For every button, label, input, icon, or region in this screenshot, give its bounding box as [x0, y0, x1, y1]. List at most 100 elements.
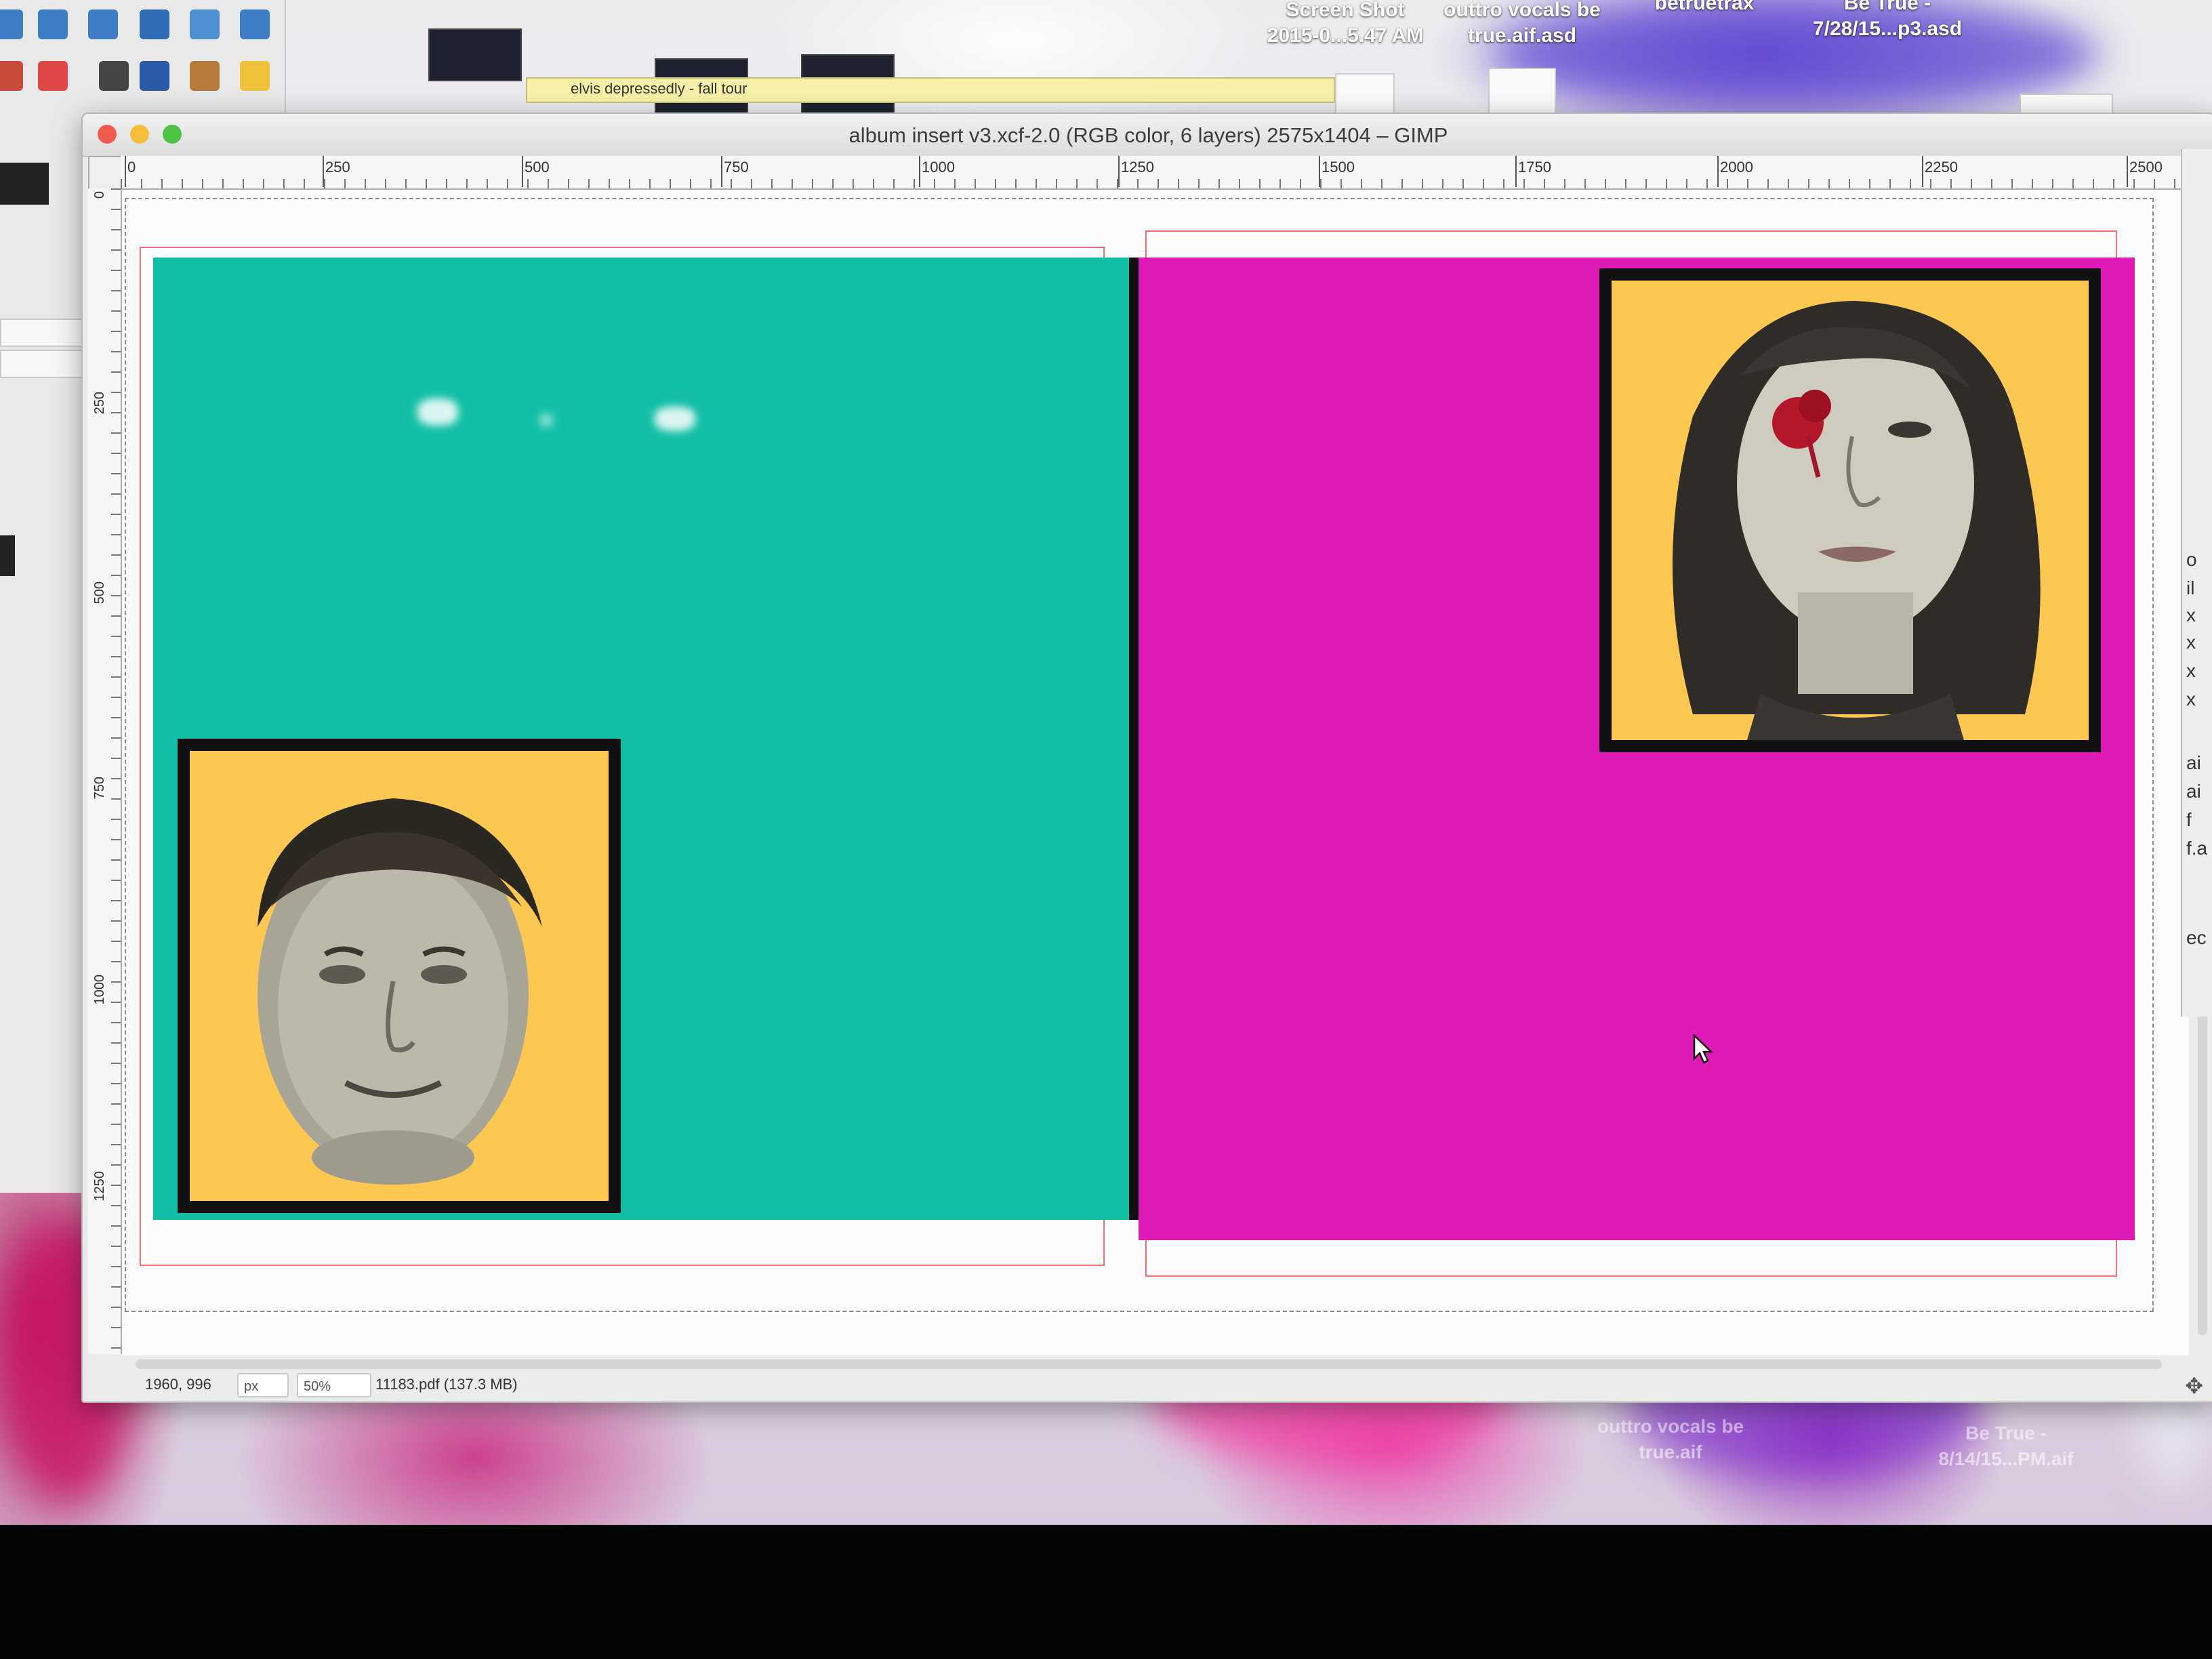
ruler-label: 750: [724, 159, 749, 176]
file-name-line2: 8/14/15...PM.aif: [1938, 1448, 2074, 1469]
left-portrait-frame[interactable]: [178, 739, 621, 1213]
shear-tool-icon[interactable]: [88, 9, 118, 39]
status-bar: 1960, 996 px 50% 11183.pdf (137.3 MB) ✥: [83, 1372, 2212, 1400]
man-portrait-drawing: [258, 798, 542, 1185]
tool-option-field[interactable]: [0, 350, 91, 378]
file-name-line2: 7/28/15...p3.asd: [1812, 18, 1963, 40]
ruler-label: 1250: [92, 1171, 107, 1202]
horizontal-ruler[interactable]: 0 250 500 750 1000 1250 1500 1750 2000 2…: [121, 156, 2203, 190]
ink-tool-icon[interactable]: [140, 61, 169, 91]
dock-text-fragment: f.a: [2186, 838, 2208, 859]
layer-name-label: elvis depressedly - fall tour: [571, 80, 747, 97]
ruler-tick: [1922, 156, 1923, 187]
desktop-document-icon[interactable]: [1488, 68, 1556, 119]
woman-portrait-drawing: [1673, 301, 2041, 740]
navigate-icon[interactable]: ✥: [2185, 1373, 2203, 1399]
ruler-tick: [1319, 156, 1320, 187]
desktop-file-label[interactable]: outtro vocals be true.aif: [1559, 1414, 1782, 1465]
gimp-image-window: album insert v3.xcf-2.0 (RGB color, 6 la…: [81, 112, 2212, 1403]
airbrush-tool-icon[interactable]: [99, 61, 129, 91]
ruler-tick: [1717, 156, 1719, 187]
file-name-line1: outtro vocals be: [1443, 0, 1601, 21]
flip-tool-icon[interactable]: [190, 9, 220, 39]
foreground-color-swatch[interactable]: [0, 163, 49, 205]
ruler-tick: [2127, 156, 2128, 187]
ruler-tick: [919, 156, 920, 187]
ruler-label: 1000: [922, 159, 955, 176]
perspective-tool-icon[interactable]: [140, 9, 169, 39]
dock-text-fragment: ec: [2186, 927, 2207, 948]
screen-glare: [539, 413, 553, 427]
unit-value: px: [244, 1379, 259, 1394]
file-name-line1: outtro vocals be: [1597, 1416, 1744, 1437]
zoom-value: 50%: [304, 1379, 331, 1394]
dock-text-fragment: x: [2186, 660, 2196, 681]
rotate-tool-icon[interactable]: [38, 9, 68, 39]
window-titlebar[interactable]: album insert v3.xcf-2.0 (RGB color, 6 la…: [83, 114, 2212, 157]
dock-text-fragment: ai: [2186, 781, 2201, 802]
ruler-label: 250: [325, 159, 350, 176]
ruler-label: 750: [92, 777, 107, 800]
center-fold-divider: [1129, 258, 1139, 1220]
dock-text-fragment: ai: [2186, 752, 2201, 773]
portrait-background: [1612, 281, 2089, 740]
file-name-line2: true.aif: [1639, 1441, 1702, 1462]
window-title: album insert v3.xcf-2.0 (RGB color, 6 la…: [848, 123, 1448, 147]
cage-transform-icon[interactable]: [240, 9, 270, 39]
ruler-tick: [1118, 156, 1120, 187]
dock-text-fragment: x: [2186, 605, 2196, 626]
ruler-tick: [522, 156, 523, 187]
dock-text-fragment: x: [2186, 632, 2196, 653]
ruler-label: 2000: [1720, 159, 1753, 176]
crop-tool-icon[interactable]: [0, 9, 23, 39]
tool-option-field[interactable]: [0, 319, 91, 347]
ruler-tick: [721, 156, 722, 187]
mouse-pointer-icon: [1693, 1034, 1713, 1064]
heal-tool-icon[interactable]: [240, 61, 270, 91]
ruler-label: 2500: [2129, 159, 2163, 176]
horizontal-scrollbar[interactable]: [136, 1359, 2162, 1369]
ruler-tick: [125, 156, 126, 187]
ruler-label: 250: [92, 392, 107, 415]
ruler-label: 2250: [1925, 159, 1958, 176]
ruler-corner-toggle[interactable]: [88, 156, 123, 191]
ruler-label: 1250: [1121, 159, 1154, 176]
ruler-tick: [323, 156, 324, 187]
screen-glare: [417, 398, 458, 426]
clone-tool-icon[interactable]: [190, 61, 220, 91]
portrait-background: [190, 751, 609, 1201]
dock-text-fragment: x: [2186, 689, 2196, 710]
zoom-select[interactable]: 50%: [297, 1373, 371, 1397]
screen-glare: [655, 407, 695, 431]
layer-name-strip[interactable]: elvis depressedly - fall tour: [526, 77, 1335, 103]
desktop-file-label[interactable]: Be True - 8/14/15...PM.aif: [1898, 1420, 2114, 1472]
dock-text-fragment: il: [2186, 577, 2195, 598]
desktop-file-label[interactable]: outtro vocals be true.aif.asd: [1414, 0, 1631, 49]
dock-text-fragment: f: [2186, 809, 2192, 830]
ruler-label: 500: [525, 159, 550, 176]
pencil-tool-icon[interactable]: [0, 61, 23, 91]
file-name-line1: betruetrax: [1654, 0, 1755, 14]
right-portrait-frame[interactable]: [1599, 268, 2101, 752]
ruler-label: 0: [92, 191, 107, 199]
color-swatch[interactable]: [0, 535, 15, 576]
file-name-line1: Be True -: [1965, 1422, 2047, 1443]
file-name-line1: Be True -: [1843, 0, 1931, 14]
vertical-ruler[interactable]: 0 250 500 750 1000 1250: [88, 188, 122, 1354]
image-info: 11183.pdf (137.3 MB): [375, 1376, 518, 1393]
desktop-file-label[interactable]: betruetrax: [1606, 0, 1803, 16]
eraser-tool-icon[interactable]: [38, 61, 68, 91]
ruler-tick: [1515, 156, 1517, 187]
desktop-file-label[interactable]: Be True - 7/28/15...p3.asd: [1776, 0, 1999, 42]
image-canvas[interactable]: [122, 190, 2189, 1355]
unit-select[interactable]: px: [237, 1373, 289, 1397]
layers-dock-edge: o il x x x x ai ai f f.a ec: [2181, 149, 2212, 1017]
left-teal-panel[interactable]: [153, 258, 1129, 1220]
right-magenta-panel[interactable]: [1139, 258, 2135, 1240]
dock-text-fragment: o: [2186, 549, 2197, 570]
file-name-line2: true.aif.asd: [1467, 24, 1577, 47]
ruler-label: 0: [127, 159, 136, 176]
ruler-label: 500: [92, 581, 107, 605]
ruler-label: 1750: [1518, 159, 1551, 176]
desktop-file-thumbnail[interactable]: [428, 28, 522, 81]
